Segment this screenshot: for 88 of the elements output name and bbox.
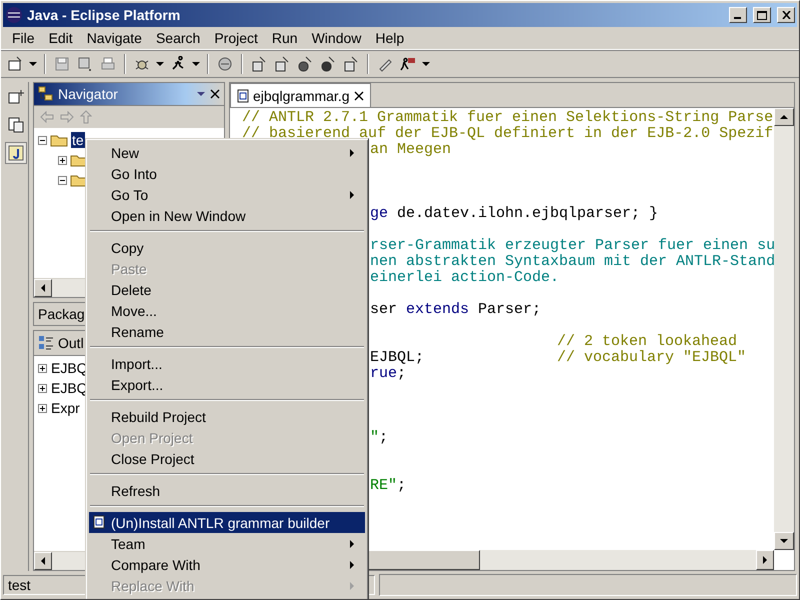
view-title: Navigator <box>58 86 119 102</box>
code-token: RE" <box>370 477 398 494</box>
grammar-file-icon <box>237 88 249 102</box>
scroll-left-button[interactable] <box>34 552 52 570</box>
menu-item[interactable]: Go To <box>89 184 365 205</box>
submenu-arrow-icon <box>347 560 357 570</box>
submenu-arrow-icon <box>347 148 357 158</box>
expand-toggle[interactable] <box>38 364 47 372</box>
code-token: ge <box>370 205 388 222</box>
navigator-icon <box>38 86 54 102</box>
menu-item[interactable]: Help <box>368 30 412 46</box>
menu-item[interactable]: File <box>5 30 42 46</box>
editor-tab[interactable]: ejbqlgrammar.g <box>230 83 370 107</box>
scroll-up-button[interactable] <box>774 108 794 126</box>
expand-toggle[interactable] <box>58 156 67 164</box>
tree-item[interactable]: Expr <box>50 400 81 416</box>
menu-item[interactable]: Search <box>148 30 208 46</box>
code-token: einerlei action-Code. <box>370 269 560 286</box>
java-perspective-button[interactable] <box>4 142 26 164</box>
close-icon <box>782 11 790 19</box>
dropdown-icon <box>191 59 201 69</box>
menu-item[interactable]: New <box>89 142 365 163</box>
maximize-icon <box>757 10 767 20</box>
dropdown-icon <box>28 59 38 69</box>
dropdown-icon <box>421 59 431 69</box>
menu-item[interactable]: Window <box>304 30 368 46</box>
code-token: rue <box>370 365 398 382</box>
view-title: Outl <box>58 335 84 351</box>
right-arrow-icon <box>760 555 770 565</box>
code-token: de.datev.ilohn.ejbqlparser; } <box>396 205 658 222</box>
close-icon[interactable] <box>354 90 364 100</box>
menu-item[interactable]: Open in New Window <box>89 205 365 226</box>
menu-item[interactable]: Project <box>207 30 265 46</box>
submenu-arrow-icon <box>347 190 357 200</box>
code-token: Parser; <box>477 301 542 318</box>
up-arrow-icon <box>779 112 789 122</box>
scroll-down-button[interactable] <box>774 532 794 550</box>
collapse-toggle[interactable] <box>58 176 67 184</box>
menu-item[interactable]: Run <box>264 30 305 46</box>
close-button[interactable] <box>777 7 795 23</box>
menu-item[interactable]: Rebuild Project <box>89 406 365 427</box>
code-token: ; <box>397 365 406 382</box>
grammar-file-icon <box>93 515 105 529</box>
collapse-toggle[interactable] <box>38 136 47 144</box>
scroll-left-button[interactable] <box>34 279 52 297</box>
window-title: Java - Eclipse Platform <box>27 7 182 23</box>
submenu-arrow-icon <box>347 538 357 548</box>
scroll-right-button[interactable] <box>756 550 774 570</box>
code-token: // ANTLR 2.7.1 Grammatik fuer einen Selektions-String Parse <box>242 109 774 126</box>
menu-item[interactable]: Refresh <box>89 480 365 501</box>
menu-item[interactable]: (Un)Install ANTLR grammar builder <box>89 512 365 533</box>
code-token: extends <box>405 301 470 318</box>
menu-item[interactable]: Edit <box>42 30 80 46</box>
menu-item[interactable]: Export... <box>89 374 365 395</box>
code-token: // basierend auf der EJB-QL definiert in der EJB-2.0 Spezif <box>242 125 774 142</box>
code-token: " <box>370 429 380 446</box>
menu-item[interactable]: Rename <box>89 321 365 342</box>
menu-item[interactable]: Team <box>89 533 365 554</box>
outline-icon <box>38 335 54 351</box>
app-icon <box>5 6 23 24</box>
expand-toggle[interactable] <box>38 404 47 412</box>
close-icon[interactable] <box>210 89 220 99</box>
folder-icon <box>50 133 68 147</box>
menu-item[interactable]: Import... <box>89 353 365 374</box>
code-token: ser <box>370 301 398 318</box>
code-token: EJBQL; <box>370 349 424 366</box>
down-arrow-icon <box>779 536 789 546</box>
view-menu-icon <box>196 89 206 99</box>
code-token: nen abstrakten Syntaxbaum mit der ANTLR-Stand <box>370 253 774 270</box>
code-token: rser-Grammatik erzeugter Parser fuer einen su <box>370 237 774 254</box>
menu-item[interactable]: Close Project <box>89 448 365 469</box>
menu-item[interactable]: Move... <box>89 300 365 321</box>
menu-item[interactable]: Copy <box>89 237 365 258</box>
code-comment: // 2 token lookahead <box>557 334 738 350</box>
menu-item[interactable]: Compare With <box>89 554 365 575</box>
menu-item[interactable]: Navigate <box>80 30 149 46</box>
submenu-arrow-icon <box>347 580 357 590</box>
expand-toggle[interactable] <box>38 384 47 392</box>
menu-item[interactable]: Go Into <box>89 163 365 184</box>
dropdown-icon <box>155 59 165 69</box>
code-token: ; <box>397 477 406 494</box>
maximize-button[interactable] <box>753 7 771 23</box>
code-token: ; <box>379 429 388 446</box>
code-token: an Meegen <box>370 141 452 158</box>
menu-item[interactable]: Delete <box>89 279 365 300</box>
minimize-button[interactable] <box>729 7 747 23</box>
code-comment: // vocabulary "EJBQL" <box>557 350 746 366</box>
tree-item[interactable]: te <box>71 132 85 148</box>
